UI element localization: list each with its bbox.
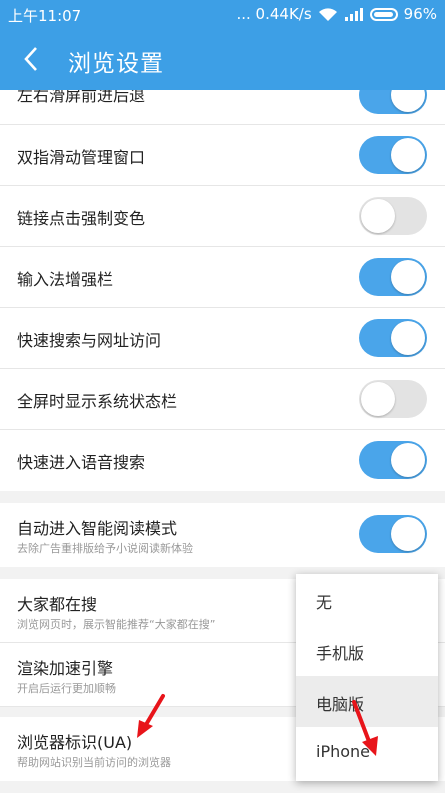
settings-row-label: 双指滑动管理窗口: [17, 148, 146, 167]
settings-row-label: 左右滑屏前进后退: [17, 90, 146, 105]
settings-row-swipe-nav[interactable]: 左右滑屏前进后退: [0, 90, 445, 125]
settings-row-sub: 帮助网站识别当前访问的浏览器: [17, 756, 171, 769]
battery-icon: [369, 7, 398, 21]
page-title: 浏览设置: [68, 51, 164, 77]
ime-bar-toggle[interactable]: [359, 258, 427, 296]
network-speed: ... 0.44K/s: [236, 5, 312, 23]
settings-row-link-color[interactable]: 链接点击强制变色: [0, 186, 445, 247]
settings-row-reading-mode[interactable]: 自动进入智能阅读模式 去除广告重排版给予小说阅读新体验: [0, 503, 445, 567]
settings-row-two-finger[interactable]: 双指滑动管理窗口: [0, 125, 445, 186]
settings-row-quick-search[interactable]: 快速搜索与网址访问: [0, 308, 445, 369]
settings-row-voice-search[interactable]: 快速进入语音搜索: [0, 430, 445, 491]
section-divider: [0, 491, 445, 503]
link-color-toggle[interactable]: [359, 197, 427, 235]
settings-row-sub: 浏览网页时，展示智能推荐“大家都在搜”: [17, 618, 216, 631]
signal-icon: [344, 8, 363, 21]
settings-group-toggles: 左右滑屏前进后退 双指滑动管理窗口 链接点击强制变色 输入法增强栏 快速搜索与网…: [0, 90, 445, 491]
status-right: ... 0.44K/s 96%: [236, 5, 437, 23]
settings-row-label: 全屏时显示系统状态栏: [17, 392, 178, 411]
toggle-knob: [391, 321, 425, 355]
wifi-icon: [318, 7, 337, 21]
quick-search-toggle[interactable]: [359, 319, 427, 357]
settings-row-label: 快速搜索与网址访问: [17, 331, 162, 350]
settings-row-sub: 去除广告重排版给予小说阅读新体验: [17, 542, 193, 555]
status-bar: 上午11:07 ... 0.44K/s 96%: [0, 0, 445, 30]
battery-level: 96%: [403, 5, 437, 23]
settings-row-label: 快速进入语音搜索: [17, 453, 146, 472]
toggle-knob: [391, 260, 425, 294]
toggle-knob: [391, 443, 425, 477]
ua-option-none[interactable]: 无: [296, 574, 438, 625]
toggle-knob: [361, 382, 395, 416]
annotation-arrow-ua: [137, 694, 165, 738]
toggle-knob: [391, 138, 425, 172]
settings-row-label: 链接点击强制变色: [17, 209, 146, 228]
settings-row-fullscreen-status[interactable]: 全屏时显示系统状态栏: [0, 369, 445, 430]
ua-option-mobile[interactable]: 手机版: [296, 625, 438, 676]
back-button[interactable]: [16, 44, 46, 74]
settings-row-sub: 开启后运行更加顺畅: [17, 682, 116, 695]
settings-row-label: 浏览器标识(UA): [17, 733, 133, 752]
toggle-knob: [361, 199, 395, 233]
settings-group-reading: 自动进入智能阅读模式 去除广告重排版给予小说阅读新体验: [0, 503, 445, 567]
app-bar: 浏览设置: [0, 30, 445, 90]
settings-row-label: 输入法增强栏: [17, 270, 114, 289]
chevron-left-icon: [24, 47, 37, 71]
toggle-knob: [391, 90, 425, 112]
toggle-knob: [391, 517, 425, 551]
settings-row-ime-bar[interactable]: 输入法增强栏: [0, 247, 445, 308]
settings-row-label: 大家都在搜: [17, 595, 98, 614]
reading-mode-toggle[interactable]: [359, 515, 427, 553]
voice-search-toggle[interactable]: [359, 441, 427, 479]
annotation-arrow-iphone: [352, 700, 378, 756]
two-finger-toggle[interactable]: [359, 136, 427, 174]
fullscreen-status-toggle[interactable]: [359, 380, 427, 418]
status-time: 上午11:07: [8, 7, 82, 25]
swipe-nav-toggle[interactable]: [359, 90, 427, 114]
settings-row-label: 渲染加速引擎: [17, 659, 114, 678]
settings-row-label: 自动进入智能阅读模式: [17, 519, 178, 538]
